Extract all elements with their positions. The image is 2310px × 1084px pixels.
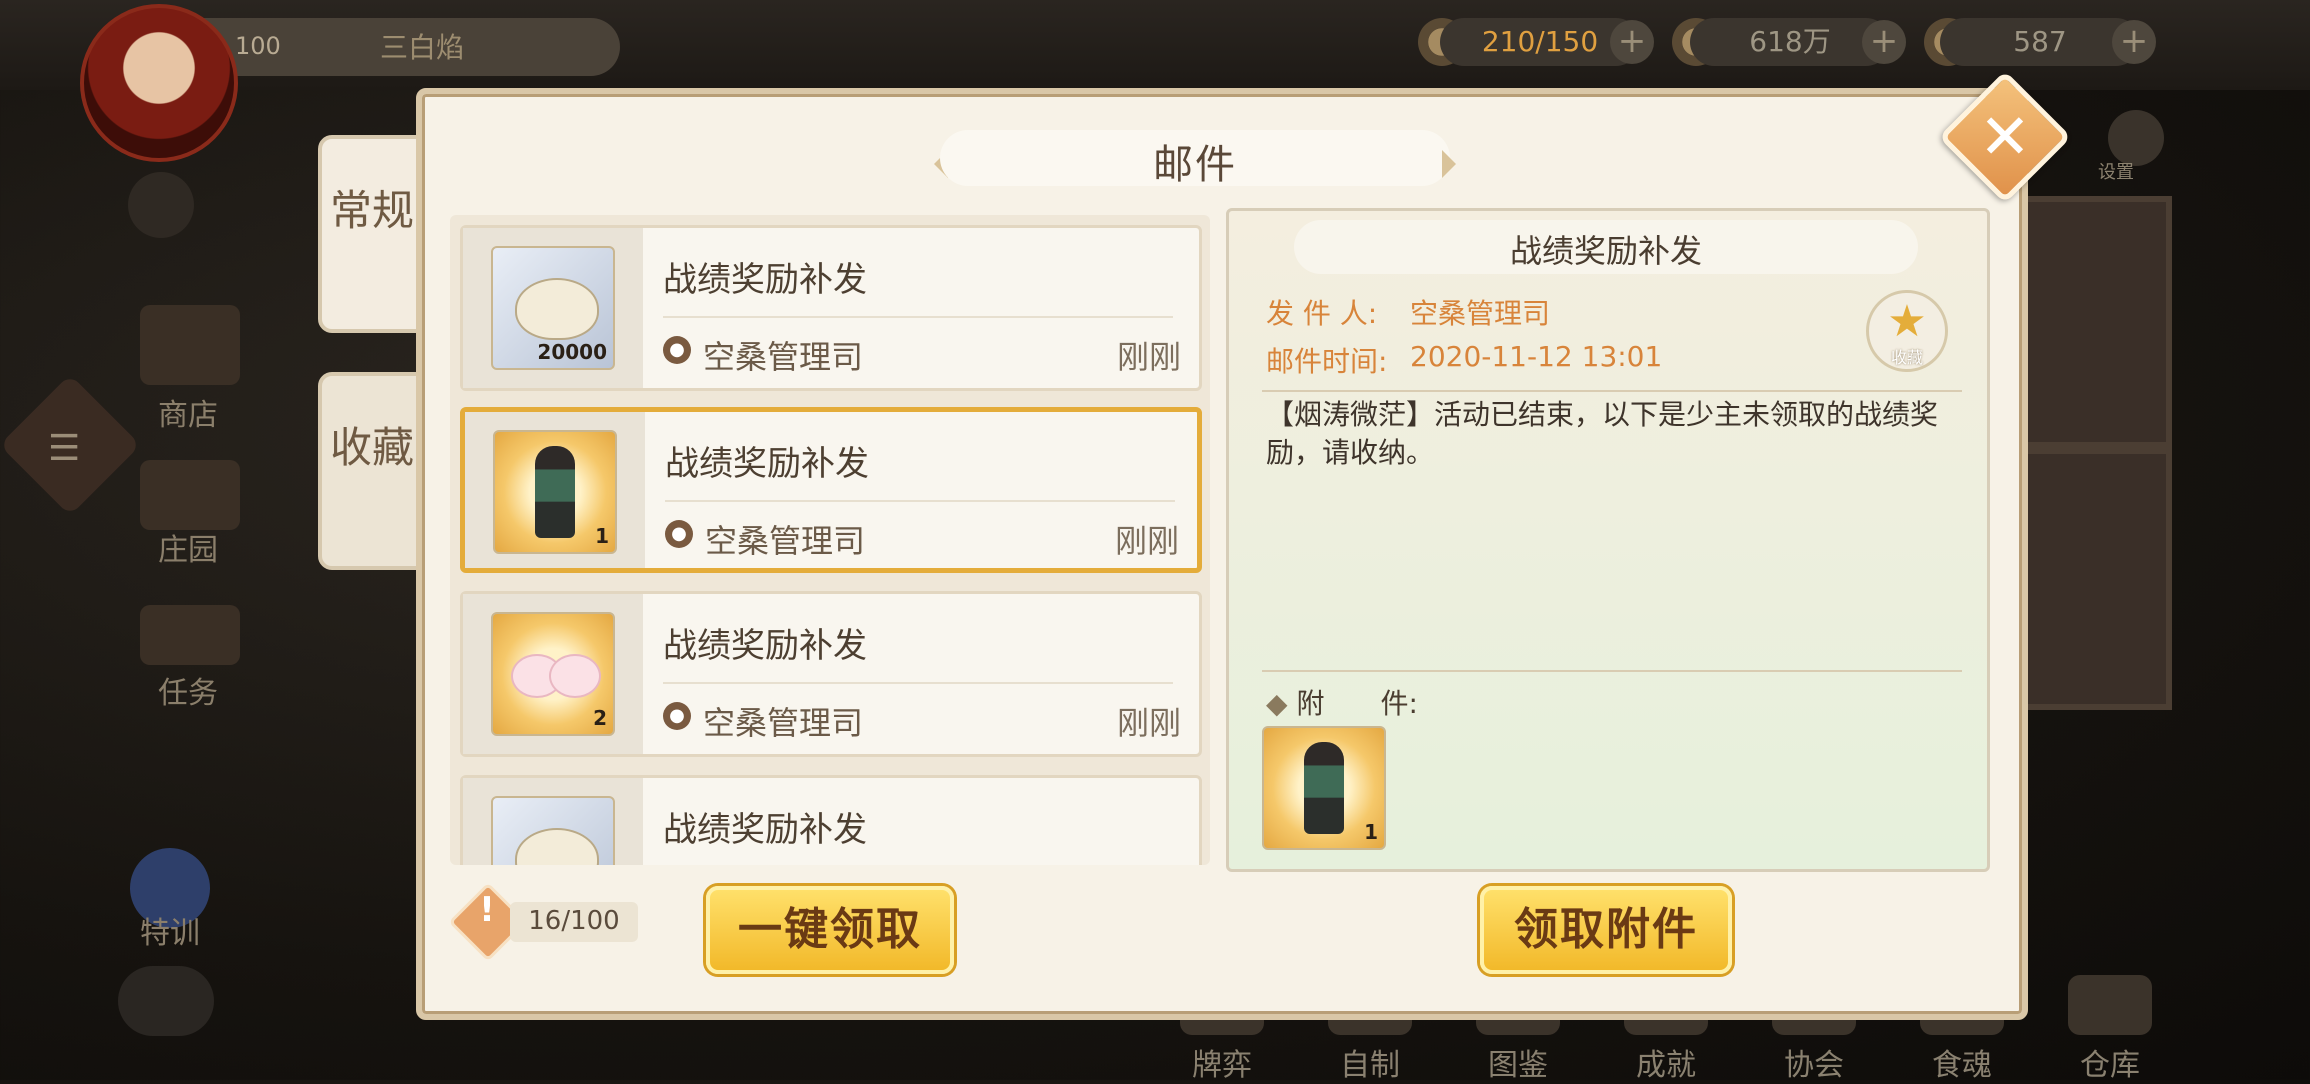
sender-value: 空桑管理司 <box>1410 297 1551 330</box>
mail-item-title: 战绩奖励补发 <box>663 810 867 850</box>
favorite-label: 收藏 <box>1890 348 1923 367</box>
add-coins-button[interactable]: + <box>2112 20 2156 64</box>
player-name: 三白焰 <box>380 31 465 64</box>
resource-stamina-value: 210/150 <box>1481 25 1599 58</box>
bun-shape <box>549 654 601 698</box>
resource-currency-value: 618万 <box>1749 25 1831 58</box>
warehouse-icon[interactable] <box>2068 975 2152 1035</box>
mail-list[interactable]: 20000 战绩奖励补发 ● 空桑管理司 刚刚 1 战绩奖励补发 ● 空桑管理司… <box>450 215 1210 865</box>
divider <box>665 500 1175 502</box>
resource-coins: 587 <box>1940 18 2140 66</box>
shop-icon[interactable] <box>140 305 240 385</box>
bun-item-icon: 2 <box>491 612 615 736</box>
divider <box>1262 670 1962 672</box>
mail-list-item-selected[interactable]: 1 战绩奖励补发 ● 空桑管理司 刚刚 <box>460 407 1202 573</box>
player-avatar[interactable] <box>80 4 238 162</box>
dumpling-item-icon: 20000 <box>491 246 615 370</box>
menu-shop-label: 商店 <box>158 398 218 433</box>
menu-task-label: 任务 <box>158 676 218 711</box>
nav-warehouse-label: 仓库 <box>2080 1048 2140 1083</box>
mail-item-title: 战绩奖励补发 <box>665 444 869 484</box>
close-icon[interactable]: ✕ <box>1958 90 2052 184</box>
add-stamina-button[interactable]: + <box>1610 20 1654 64</box>
user-icon: ● <box>663 336 691 364</box>
mail-item-count: 20000 <box>537 340 607 364</box>
dumpling-item-icon <box>491 796 615 865</box>
mail-count: 16/100 <box>528 906 620 936</box>
resource-coins-value: 587 <box>2013 25 2067 58</box>
settings-label: 设置 <box>2098 162 2134 183</box>
mail-time-label: 邮件时间: <box>1266 345 1388 378</box>
mail-item-sender: 空桑管理司 <box>705 522 866 560</box>
attachment-count: 1 <box>1364 820 1378 844</box>
mail-item-sender: 空桑管理司 <box>703 338 864 376</box>
nav-food-soul-label: 食魂 <box>1932 1048 1992 1083</box>
event-poster[interactable] <box>2020 196 2172 448</box>
dumpling-shape <box>515 278 599 340</box>
tab-favorites[interactable]: 收藏 <box>318 372 426 570</box>
nav-achievement-label: 成就 <box>1636 1048 1696 1083</box>
character-figure <box>1304 742 1344 834</box>
mail-time-value: 2020-11-12 13:01 <box>1410 340 1663 373</box>
resource-currency: 618万 <box>1690 18 1890 66</box>
mail-item-time: 刚刚 <box>1116 338 1181 376</box>
mail-item-time: 刚刚 <box>1114 522 1179 560</box>
user-icon: ● <box>663 702 691 730</box>
attachments-label: ◆ 附 件: <box>1266 682 1418 722</box>
eye-icon[interactable] <box>128 172 194 238</box>
attachments-label-text: 附 件: <box>1296 687 1418 720</box>
detail-title: 战绩奖励补发 <box>1509 232 1702 270</box>
mail-list-item[interactable]: 20000 战绩奖励补发 ● 空桑管理司 刚刚 <box>460 225 1202 391</box>
claim-all-button[interactable]: 一键领取 <box>706 886 954 974</box>
add-currency-button[interactable]: + <box>1862 20 1906 64</box>
mail-body: 【烟涛微茫】活动已结束，以下是少主未领取的战绩奖励，请收纳。 <box>1266 398 1939 469</box>
tab-favorites-label: 收藏 <box>329 423 414 472</box>
sender-label: 发 件 人: <box>1266 297 1378 330</box>
tab-general[interactable]: 常规 <box>318 135 426 333</box>
mail-item-title: 战绩奖励补发 <box>663 626 867 666</box>
mail-item-count: 2 <box>593 706 607 730</box>
dumpling-shape <box>515 828 599 865</box>
nav-cards-label: 牌弈 <box>1192 1048 1252 1083</box>
manor-icon[interactable] <box>140 460 240 530</box>
diamond-bullet-icon: ◆ <box>1266 687 1297 720</box>
attachment-item[interactable]: 1 <box>1262 726 1386 850</box>
mail-list-item[interactable]: 2 战绩奖励补发 ● 空桑管理司 刚刚 <box>460 591 1202 757</box>
mail-item-time: 刚刚 <box>1116 704 1181 742</box>
mail-item-sender: 空桑管理司 <box>703 704 864 742</box>
menu-training-label: 特训 <box>140 916 200 951</box>
mail-list-item[interactable]: 战绩奖励补发 <box>460 775 1202 865</box>
mail-item-title: 战绩奖励补发 <box>663 260 867 300</box>
character-item-icon: 1 <box>493 430 617 554</box>
divider <box>663 682 1173 684</box>
event-poster[interactable] <box>2020 448 2172 710</box>
exclamation-icon: ! <box>479 890 495 930</box>
chat-icon[interactable] <box>118 966 214 1036</box>
claim-attachment-button[interactable]: 领取附件 <box>1480 886 1732 974</box>
player-level: 100 <box>235 32 281 60</box>
hamburger-icon: ☰ <box>48 428 81 469</box>
task-icon[interactable] <box>140 605 240 665</box>
divider <box>1262 390 1962 392</box>
menu-manor-label: 庄园 <box>158 533 218 568</box>
character-figure <box>535 446 575 538</box>
nav-guild-label: 协会 <box>1784 1048 1844 1083</box>
nav-craft-label: 自制 <box>1340 1048 1400 1083</box>
mail-title: 邮件 <box>1153 142 1237 188</box>
divider <box>663 316 1173 318</box>
title-ornament-right <box>1442 150 1470 178</box>
star-icon[interactable]: ★ <box>1866 296 1948 347</box>
nav-album-label: 图鉴 <box>1488 1048 1548 1083</box>
user-icon: ● <box>665 520 693 548</box>
tab-general-label: 常规 <box>329 186 414 235</box>
mail-item-count: 1 <box>595 524 609 548</box>
